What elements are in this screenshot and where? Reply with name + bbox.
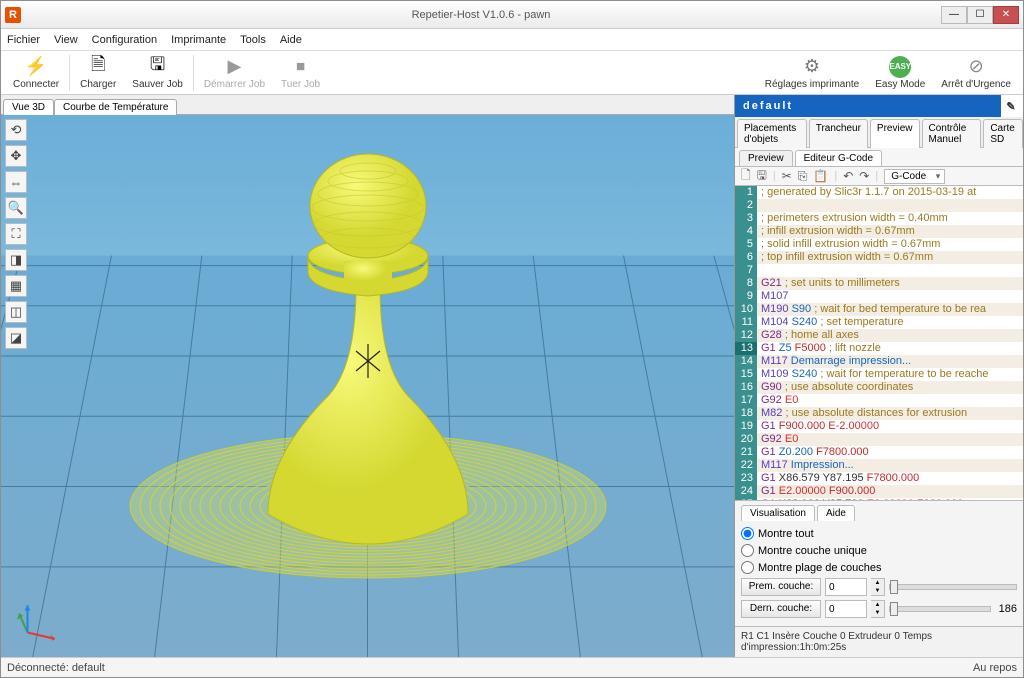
pan-tool[interactable]: ⇔ — [5, 171, 27, 193]
load-button[interactable]: 🗎Charger — [72, 52, 124, 94]
subtab-preview[interactable]: Preview — [739, 150, 793, 166]
save-icon: 🖫 — [147, 56, 169, 78]
printer-settings-button[interactable]: ⚙Réglages imprimante — [757, 52, 868, 94]
easy-mode-button[interactable]: EASYEasy Mode — [867, 52, 933, 94]
start-job-button[interactable]: ▶Démarrer Job — [196, 52, 273, 94]
status-right: Au repos — [973, 662, 1017, 674]
document-icon: 🗎 — [87, 56, 109, 78]
minimize-button[interactable]: — — [941, 6, 967, 24]
paste-icon[interactable]: 📋 — [813, 169, 828, 183]
undo-icon[interactable]: ↶ — [843, 169, 853, 183]
zoom-tool[interactable]: 🔍 — [5, 197, 27, 219]
3d-viewport[interactable]: ⟲ ✥ ⇔ 🔍 ⛶ ◨ ▦ ◫ ◪ — [1, 115, 734, 657]
profile-bar: default ✎ — [735, 95, 1023, 117]
move-tool[interactable]: ✥ — [5, 145, 27, 167]
main-toolbar: ⚡Connecter 🗎Charger 🖫Sauver Job ▶Démarre… — [1, 51, 1023, 95]
first-layer-slider[interactable] — [889, 584, 1017, 590]
maximize-button[interactable]: ☐ — [967, 6, 993, 24]
profile-name: default — [743, 100, 793, 112]
menu-view[interactable]: View — [54, 34, 78, 46]
window-title: Repetier-Host V1.0.6 - pawn — [21, 9, 941, 21]
copy-icon[interactable]: ⎘ — [798, 169, 808, 184]
status-left: Déconnecté: default — [7, 662, 105, 674]
titlebar: R Repetier-Host V1.0.6 - pawn — ☐ ✕ — [1, 1, 1023, 29]
save-icon[interactable]: 🖫 — [757, 166, 767, 187]
connect-button[interactable]: ⚡Connecter — [5, 52, 67, 94]
menubar: Fichier View Configuration Imprimante To… — [1, 29, 1023, 51]
save-job-button[interactable]: 🖫Sauver Job — [124, 52, 191, 94]
last-layer-value[interactable]: 0 — [825, 600, 867, 618]
gcode-editor[interactable]: 1; generated by Slic3r 1.1.7 on 2015-03-… — [735, 186, 1023, 500]
max-layer-label: 186 — [999, 603, 1017, 615]
gcode-mode-dropdown[interactable]: G-Code — [884, 169, 945, 184]
menu-imprimante[interactable]: Imprimante — [171, 34, 226, 46]
gear-icon: ⚙ — [801, 56, 823, 78]
cut-icon[interactable]: ✂ — [782, 169, 792, 183]
kill-job-button[interactable]: ⏹Tuer Job — [273, 52, 328, 94]
first-layer-button[interactable]: Prem. couche: — [741, 578, 821, 596]
axes-gizmo — [17, 601, 59, 643]
radio-show-range[interactable] — [741, 561, 754, 574]
redo-icon[interactable]: ↷ — [859, 169, 869, 183]
viewport-toolbar: ⟲ ✥ ⇔ 🔍 ⛶ ◨ ▦ ◫ ◪ — [5, 119, 27, 349]
stop-icon: ⏹ — [290, 56, 312, 78]
left-pane: Vue 3D Courbe de Température — [1, 95, 735, 657]
top-view-tool[interactable]: ▦ — [5, 275, 27, 297]
front-view-tool[interactable]: ◫ — [5, 301, 27, 323]
menu-fichier[interactable]: Fichier — [7, 34, 40, 46]
estop-icon: ⊘ — [965, 56, 987, 78]
easy-icon: EASY — [889, 56, 911, 78]
vistab-visualisation[interactable]: Visualisation — [741, 505, 815, 521]
tab-vue3d[interactable]: Vue 3D — [3, 99, 54, 115]
editor-toolbar: 🗋 🖫 | ✂ ⎘ 📋 | ↶ ↷ | G-Code — [735, 166, 1023, 186]
menu-tools[interactable]: Tools — [240, 34, 266, 46]
radio-show-all[interactable] — [741, 527, 754, 540]
last-layer-button[interactable]: Dern. couche: — [741, 600, 821, 618]
side-view-tool[interactable]: ◪ — [5, 327, 27, 349]
editor-infoline: R1 C1 Insère Couche 0 Extrudeur 0 Temps … — [735, 626, 1023, 657]
first-layer-value[interactable]: 0 — [825, 578, 867, 596]
app-icon: R — [5, 7, 21, 23]
perspective-tool[interactable]: ◨ — [5, 249, 27, 271]
last-layer-slider[interactable] — [889, 606, 991, 612]
plug-icon: ⚡ — [25, 56, 47, 78]
new-icon[interactable]: 🗋 — [741, 166, 751, 187]
close-button[interactable]: ✕ — [993, 6, 1019, 24]
tab-preview[interactable]: Preview — [870, 119, 920, 148]
tab-slicer[interactable]: Trancheur — [809, 119, 868, 148]
rotate-tool[interactable]: ⟲ — [5, 119, 27, 141]
emergency-stop-button[interactable]: ⊘Arrêt d'Urgence — [933, 52, 1019, 94]
radio-show-single[interactable] — [741, 544, 754, 557]
tab-temperature[interactable]: Courbe de Température — [54, 99, 177, 115]
statusbar: Déconnecté: default Au repos — [1, 657, 1023, 677]
menu-configuration[interactable]: Configuration — [92, 34, 157, 46]
tab-sd[interactable]: Carte SD — [983, 119, 1023, 148]
subtab-gcode-editor[interactable]: Editeur G-Code — [795, 150, 882, 166]
fit-tool[interactable]: ⛶ — [5, 223, 27, 245]
edit-profile-icon[interactable]: ✎ — [1001, 95, 1023, 117]
last-layer-spinner[interactable]: ▲▼ — [871, 600, 885, 618]
play-icon: ▶ — [223, 56, 245, 78]
right-pane: default ✎ Placements d'objets Trancheur … — [735, 95, 1023, 657]
visualisation-panel: Visualisation Aide Montre tout Montre co… — [735, 500, 1023, 626]
tab-placement[interactable]: Placements d'objets — [737, 119, 807, 148]
first-layer-spinner[interactable]: ▲▼ — [871, 578, 885, 596]
vistab-help[interactable]: Aide — [817, 505, 855, 521]
menu-aide[interactable]: Aide — [280, 34, 302, 46]
tab-manual[interactable]: Contrôle Manuel — [922, 119, 982, 148]
model-preview — [108, 115, 628, 596]
